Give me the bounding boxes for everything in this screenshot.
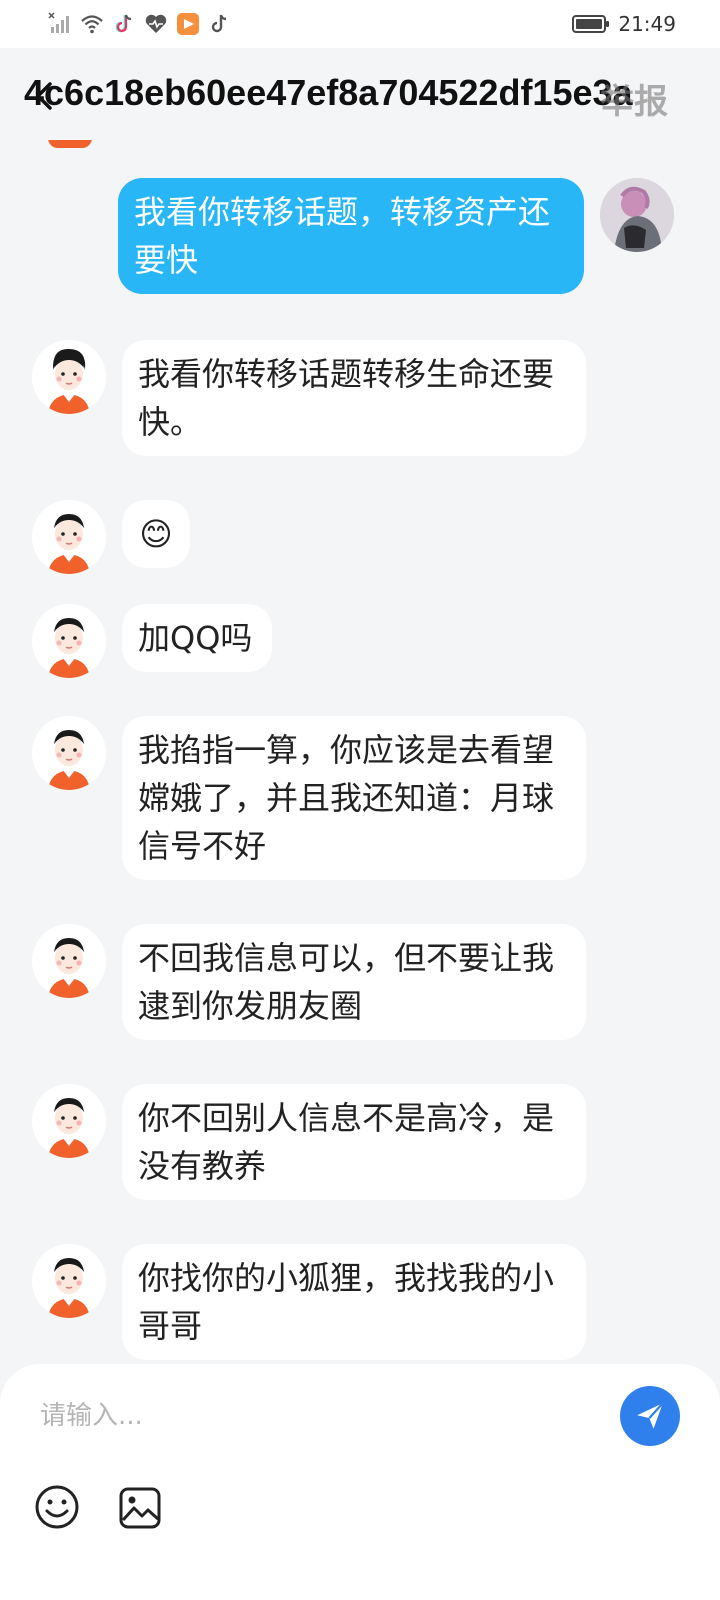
avatar: [48, 140, 92, 148]
message-list[interactable]: 我看你转移话题，转移资产还要快 我看你转移话题转移生命还要快。 😊 加QQ吗 我…: [0, 140, 720, 1380]
message-composer: [0, 1364, 720, 1600]
health-icon: [144, 12, 168, 36]
back-icon[interactable]: [30, 80, 58, 112]
message-bubble[interactable]: 我掐指一算，你应该是去看望嫦娥了，并且我还知道：月球信号不好: [122, 716, 586, 880]
avatar-face-icon: [32, 1244, 106, 1318]
emoji-button[interactable]: [34, 1484, 80, 1530]
avatar-face-icon: [32, 924, 106, 998]
avatar[interactable]: [32, 604, 106, 678]
wifi-icon: [80, 12, 104, 36]
message-bubble[interactable]: 你不回别人信息不是高冷，是没有教养: [122, 1084, 586, 1200]
avatar[interactable]: [32, 1244, 106, 1318]
message-bubble[interactable]: 我看你转移话题，转移资产还要快: [118, 178, 584, 294]
status-icons-left: [48, 12, 232, 36]
status-bar: 21:49: [0, 0, 720, 48]
avatar[interactable]: [600, 178, 674, 252]
avatar[interactable]: [32, 924, 106, 998]
message-bubble[interactable]: 加QQ吗: [122, 604, 272, 672]
message-bubble[interactable]: 我看你转移话题转移生命还要快。: [122, 340, 586, 456]
chat-title: 4c6c18eb60ee47ef8a704522df15e3a: [24, 72, 633, 113]
avatar[interactable]: [32, 716, 106, 790]
report-button[interactable]: 举报: [600, 74, 668, 123]
avatar[interactable]: [32, 340, 106, 414]
send-icon: [637, 1402, 664, 1429]
tiktok-icon: [208, 12, 232, 36]
message-input[interactable]: [40, 1392, 600, 1440]
image-icon: [119, 1487, 161, 1529]
video-app-icon: [176, 12, 200, 36]
message-bubble[interactable]: 不回我信息可以，但不要让我逮到你发朋友圈: [122, 924, 586, 1040]
image-button[interactable]: [118, 1486, 162, 1530]
status-time: 21:49: [618, 12, 676, 36]
avatar-face-icon: [32, 716, 106, 790]
avatar[interactable]: [32, 500, 106, 574]
emoji-icon: [35, 1485, 79, 1529]
tiktok-icon: [112, 12, 136, 36]
message-bubble[interactable]: 你找你的小狐狸，我找我的小哥哥: [122, 1244, 586, 1360]
message-bubble[interactable]: 😊: [122, 500, 190, 568]
avatar-face-icon: [32, 340, 106, 414]
send-button[interactable]: [620, 1386, 680, 1446]
status-icons-right: 21:49: [572, 12, 676, 36]
avatar-face-icon: [32, 500, 106, 574]
avatar-face-icon: [32, 1084, 106, 1158]
battery-icon: [572, 12, 610, 36]
avatar[interactable]: [32, 1084, 106, 1158]
signal-off-icon: [48, 12, 72, 36]
avatar-face-icon: [32, 604, 106, 678]
chat-header: 4c6c18eb60ee47ef8a704522df15e3a 举报: [0, 48, 720, 140]
